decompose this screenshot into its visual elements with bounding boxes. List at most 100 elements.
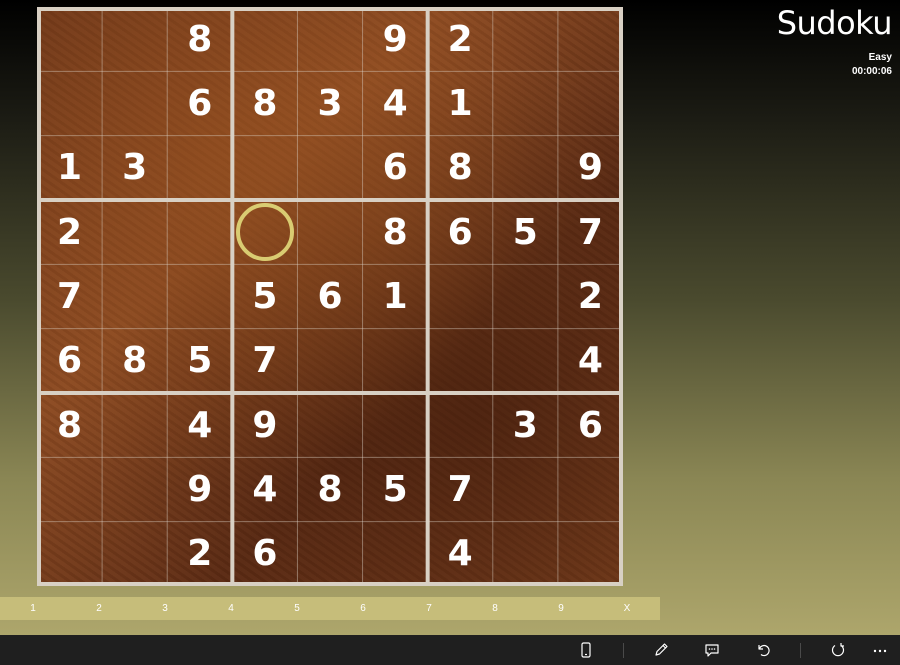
sudoku-cell[interactable]: 4 — [428, 522, 493, 586]
sudoku-cell[interactable] — [297, 329, 362, 393]
sudoku-cell[interactable] — [102, 71, 167, 135]
sudoku-cell[interactable]: 8 — [102, 329, 167, 393]
sudoku-cell[interactable]: 9 — [363, 7, 428, 71]
sudoku-cell[interactable] — [493, 264, 558, 328]
sudoku-cell[interactable] — [232, 7, 297, 71]
sudoku-cell[interactable] — [558, 457, 623, 521]
sudoku-cell[interactable]: 2 — [167, 522, 232, 586]
sudoku-cell[interactable]: 7 — [232, 329, 297, 393]
sudoku-cell[interactable] — [37, 522, 102, 586]
phone-icon-button[interactable] — [566, 635, 606, 665]
app-title: Sudoku — [776, 4, 893, 42]
sudoku-cell[interactable]: 2 — [558, 264, 623, 328]
sudoku-cell[interactable] — [428, 393, 493, 457]
sudoku-cell[interactable] — [558, 7, 623, 71]
numpad-key[interactable]: 3 — [132, 597, 198, 620]
sudoku-cell[interactable] — [167, 136, 232, 200]
sudoku-cell[interactable] — [167, 200, 232, 264]
sudoku-cell[interactable]: 8 — [37, 393, 102, 457]
sudoku-cell[interactable] — [363, 522, 428, 586]
sudoku-cell[interactable]: 5 — [363, 457, 428, 521]
sudoku-cell[interactable]: 3 — [102, 136, 167, 200]
sudoku-cell[interactable]: 8 — [232, 71, 297, 135]
sudoku-cell[interactable] — [102, 200, 167, 264]
numpad-key[interactable]: 1 — [0, 597, 66, 620]
sudoku-cell[interactable] — [102, 264, 167, 328]
sudoku-cell[interactable] — [102, 7, 167, 71]
sudoku-cell[interactable]: 6 — [428, 200, 493, 264]
sudoku-cell[interactable]: 1 — [363, 264, 428, 328]
timer-display: 00:00:06 — [851, 66, 892, 77]
numpad-key[interactable]: 5 — [264, 597, 330, 620]
sudoku-cell[interactable]: 7 — [558, 200, 623, 264]
sudoku-cell[interactable] — [37, 7, 102, 71]
numpad-key[interactable]: 6 — [330, 597, 396, 620]
appbar-separator — [800, 643, 801, 658]
sudoku-cell[interactable] — [167, 264, 232, 328]
numpad-key[interactable]: 9 — [528, 597, 594, 620]
sudoku-cell[interactable]: 7 — [37, 264, 102, 328]
sudoku-cell[interactable]: 6 — [363, 136, 428, 200]
numpad-key[interactable]: 7 — [396, 597, 462, 620]
sudoku-cell[interactable]: 5 — [232, 264, 297, 328]
sudoku-cell[interactable] — [102, 522, 167, 586]
sudoku-cell[interactable]: 4 — [363, 71, 428, 135]
sudoku-cell[interactable]: 2 — [37, 200, 102, 264]
sudoku-cell[interactable]: 8 — [363, 200, 428, 264]
sudoku-cell[interactable] — [493, 522, 558, 586]
numpad-key[interactable]: 8 — [462, 597, 528, 620]
sudoku-cell[interactable] — [363, 393, 428, 457]
numpad-key[interactable]: 4 — [198, 597, 264, 620]
sudoku-cell[interactable]: 1 — [428, 71, 493, 135]
sudoku-cell[interactable]: 8 — [297, 457, 362, 521]
numpad-clear-key[interactable]: X — [594, 597, 660, 620]
sudoku-cell[interactable]: 2 — [428, 7, 493, 71]
sudoku-cell[interactable]: 7 — [428, 457, 493, 521]
sudoku-cell[interactable]: 5 — [493, 200, 558, 264]
sudoku-cell[interactable]: 6 — [232, 522, 297, 586]
sudoku-cell[interactable] — [493, 71, 558, 135]
sudoku-cell[interactable] — [363, 329, 428, 393]
sudoku-cell[interactable] — [102, 457, 167, 521]
sudoku-cell[interactable]: 6 — [167, 71, 232, 135]
sudoku-cell[interactable] — [297, 7, 362, 71]
sudoku-cell[interactable] — [493, 329, 558, 393]
restart-icon-button[interactable] — [818, 635, 858, 665]
sudoku-cell[interactable]: 8 — [428, 136, 493, 200]
sudoku-cell[interactable] — [428, 264, 493, 328]
sudoku-cell[interactable]: 8 — [167, 7, 232, 71]
sudoku-cell[interactable]: 5 — [167, 329, 232, 393]
sudoku-cell[interactable] — [428, 329, 493, 393]
sudoku-cell[interactable] — [493, 136, 558, 200]
sudoku-cell[interactable] — [297, 200, 362, 264]
number-pad: 123456789X — [0, 597, 660, 620]
sudoku-cell[interactable]: 9 — [558, 136, 623, 200]
more-icon-button[interactable] — [860, 635, 900, 665]
sudoku-cell[interactable]: 4 — [558, 329, 623, 393]
sudoku-cell[interactable] — [37, 457, 102, 521]
pencil-icon-button[interactable] — [641, 635, 681, 665]
sudoku-cell[interactable] — [37, 71, 102, 135]
sudoku-cell[interactable] — [493, 7, 558, 71]
sudoku-cell[interactable] — [297, 393, 362, 457]
sudoku-cell[interactable]: 1 — [37, 136, 102, 200]
sudoku-cell[interactable] — [297, 136, 362, 200]
sudoku-cell[interactable]: 9 — [232, 393, 297, 457]
hint-icon-button[interactable] — [692, 635, 732, 665]
sudoku-cell[interactable]: 6 — [558, 393, 623, 457]
sudoku-cell[interactable]: 3 — [493, 393, 558, 457]
sudoku-cell[interactable]: 4 — [232, 457, 297, 521]
sudoku-cell[interactable] — [558, 522, 623, 586]
numpad-key[interactable]: 2 — [66, 597, 132, 620]
sudoku-cell[interactable]: 9 — [167, 457, 232, 521]
sudoku-cell[interactable] — [102, 393, 167, 457]
sudoku-cell[interactable]: 6 — [297, 264, 362, 328]
sudoku-cell[interactable] — [558, 71, 623, 135]
sudoku-cell[interactable]: 6 — [37, 329, 102, 393]
sudoku-cell[interactable]: 3 — [297, 71, 362, 135]
sudoku-cell[interactable] — [297, 522, 362, 586]
sudoku-cell[interactable]: 4 — [167, 393, 232, 457]
sudoku-cell[interactable] — [493, 457, 558, 521]
undo-icon-button[interactable] — [743, 635, 783, 665]
sudoku-cell[interactable] — [232, 136, 297, 200]
